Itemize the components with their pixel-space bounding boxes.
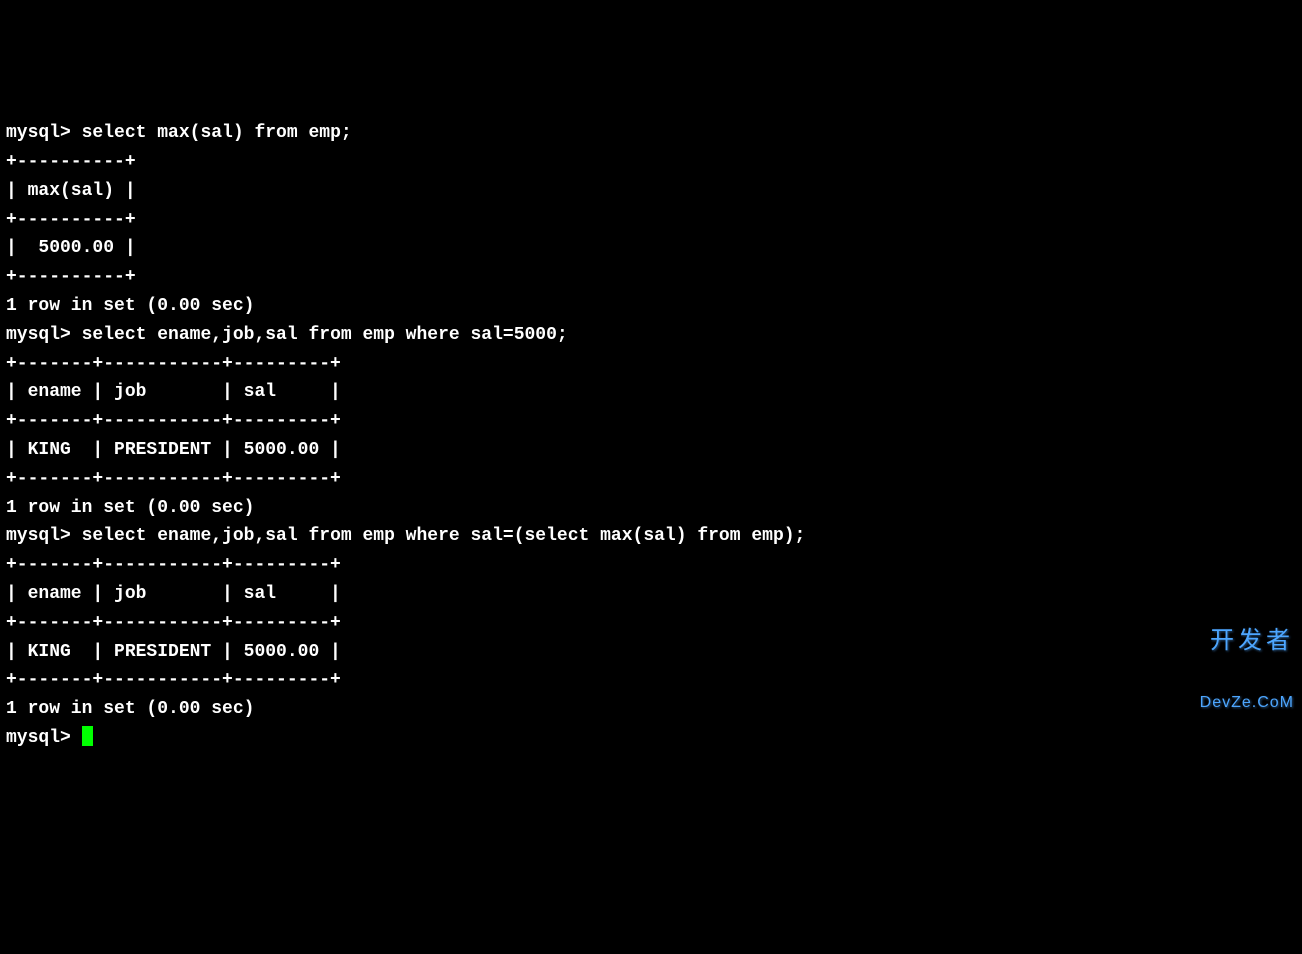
prompt: mysql> — [6, 728, 82, 748]
command-line: mysql> select ename,job,sal from emp whe… — [6, 522, 1296, 551]
cursor-icon — [82, 726, 93, 746]
output-line: | KING | PRESIDENT | 5000.00 | — [6, 638, 1296, 667]
command-line: mysql> select ename,job,sal from emp whe… — [6, 321, 1296, 350]
output-line: +-------+-----------+---------+ — [6, 551, 1296, 580]
output-line: | ename | job | sal | — [6, 580, 1296, 609]
output-line: 1 row in set (0.00 sec) — [6, 494, 1296, 523]
output-line: | ename | job | sal | — [6, 378, 1296, 407]
active-prompt-line[interactable]: mysql> — [6, 724, 1296, 753]
prompt: mysql> — [6, 526, 82, 546]
output-line: +----------+ — [6, 148, 1296, 177]
sql-command: select max(sal) from emp; — [82, 123, 352, 143]
output-line: +-------+-----------+---------+ — [6, 609, 1296, 638]
terminal-output[interactable]: mysql> select max(sal) from emp;+-------… — [6, 119, 1296, 753]
output-line: | KING | PRESIDENT | 5000.00 | — [6, 436, 1296, 465]
output-line: +----------+ — [6, 263, 1296, 292]
output-line: | max(sal) | — [6, 177, 1296, 206]
output-line: +-------+-----------+---------+ — [6, 350, 1296, 379]
output-line: 1 row in set (0.00 sec) — [6, 292, 1296, 321]
prompt: mysql> — [6, 325, 82, 345]
watermark: 开发者 DevZe.CoM — [1200, 588, 1294, 731]
prompt: mysql> — [6, 123, 82, 143]
command-line: mysql> select max(sal) from emp; — [6, 119, 1296, 148]
output-line: +-------+-----------+---------+ — [6, 666, 1296, 695]
watermark-text-bottom: DevZe.CoM — [1200, 694, 1294, 712]
watermark-text-top: 开发者 — [1200, 628, 1294, 654]
output-line: +----------+ — [6, 206, 1296, 235]
output-line: +-------+-----------+---------+ — [6, 465, 1296, 494]
output-line: +-------+-----------+---------+ — [6, 407, 1296, 436]
output-line: 1 row in set (0.00 sec) — [6, 695, 1296, 724]
sql-command: select ename,job,sal from emp where sal=… — [82, 526, 806, 546]
sql-command: select ename,job,sal from emp where sal=… — [82, 325, 568, 345]
output-line: | 5000.00 | — [6, 234, 1296, 263]
